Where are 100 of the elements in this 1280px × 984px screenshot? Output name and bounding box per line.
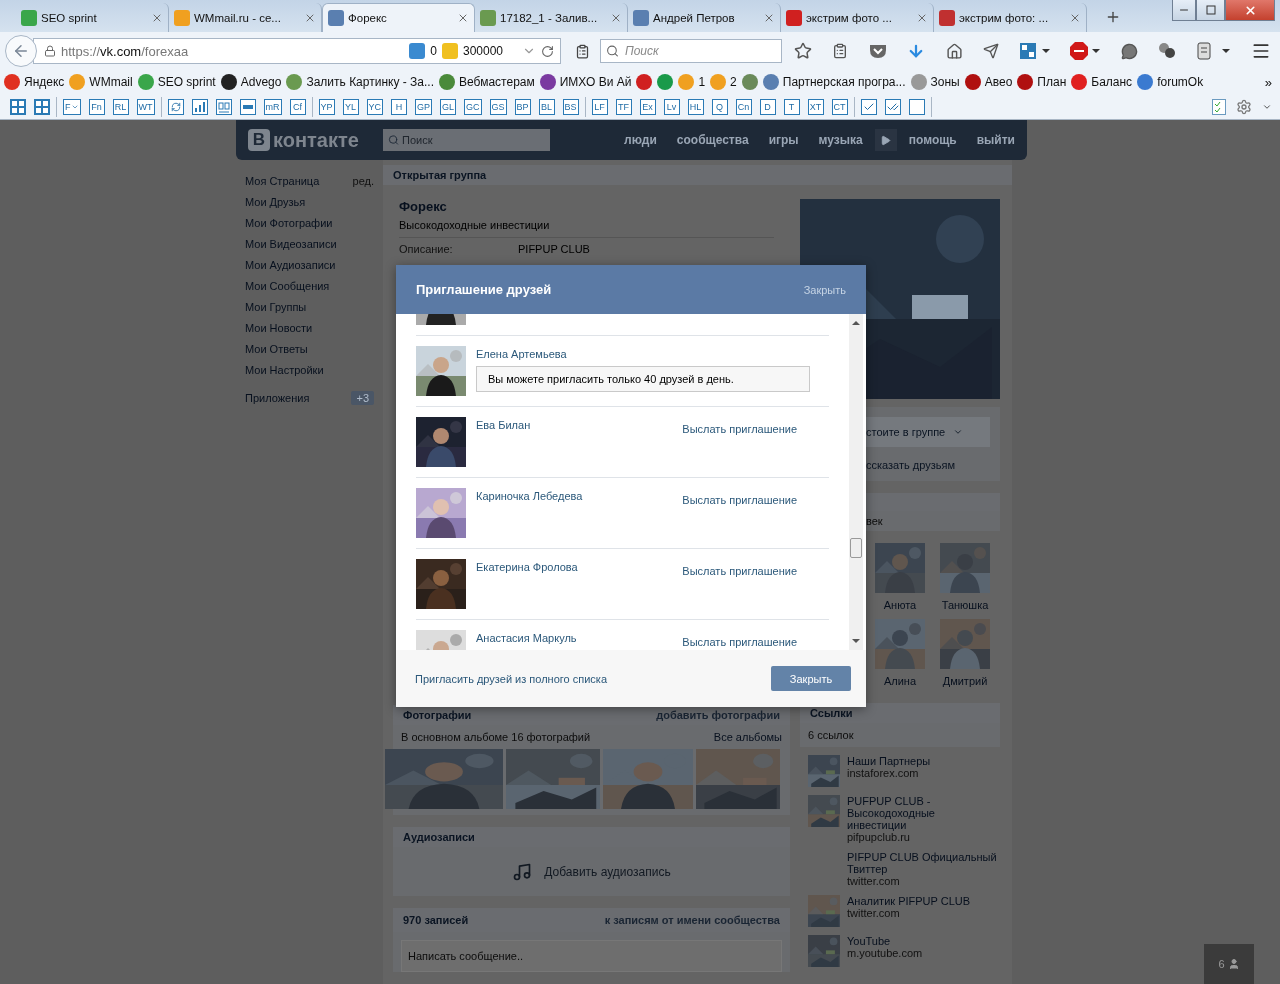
- shield-icon[interactable]: [868, 43, 887, 59]
- scrollbar-thumb[interactable]: [850, 538, 862, 558]
- toolbar-button[interactable]: WT: [136, 98, 155, 115]
- friend-name[interactable]: Екатерина Фролова: [476, 561, 578, 578]
- close-button[interactable]: Закрыть: [771, 666, 851, 691]
- more-button[interactable]: [874, 129, 897, 151]
- bookmark-link[interactable]: Авео: [964, 74, 1013, 90]
- bookmark-link[interactable]: SEO sprint: [137, 74, 216, 90]
- paper-plane-icon[interactable]: [983, 43, 1000, 59]
- square-icon[interactable]: [908, 98, 925, 115]
- scroll-down-icon[interactable]: [852, 637, 860, 645]
- close-icon[interactable]: [457, 12, 469, 24]
- toolbar-button[interactable]: YP: [318, 98, 335, 115]
- person-icon[interactable]: [1227, 958, 1240, 970]
- search-field[interactable]: Поиск: [383, 129, 550, 151]
- bookmark-link[interactable]: Залить Картинку - За...: [286, 74, 434, 90]
- toolbar-button[interactable]: BS: [562, 98, 579, 115]
- link-title[interactable]: YouTube: [847, 935, 997, 947]
- back-button[interactable]: [5, 35, 37, 67]
- circles-icon[interactable]: [1158, 42, 1177, 60]
- link-title[interactable]: PUFPUP CLUB - Высокодоходные инвестиции: [847, 795, 997, 831]
- toolbar-button[interactable]: HL: [687, 98, 704, 115]
- member-name[interactable]: Танюшка: [941, 599, 989, 611]
- chat-icon[interactable]: [1120, 42, 1138, 60]
- back-icon[interactable]: [12, 42, 30, 60]
- chart-icon[interactable]: [191, 98, 208, 115]
- friend-name[interactable]: Анастасия Маркуль: [476, 632, 577, 649]
- toolbar-button[interactable]: GC: [464, 98, 482, 115]
- checklist-icon[interactable]: [1212, 98, 1226, 115]
- maximize-button[interactable]: [1196, 0, 1225, 21]
- toolbar-button[interactable]: GL: [440, 98, 457, 115]
- settings-icon[interactable]: [1236, 98, 1252, 115]
- bookmark-link[interactable]: Яндекс: [4, 74, 65, 90]
- link-title[interactable]: Аналитик PIFPUP CLUB: [847, 895, 997, 907]
- link-title[interactable]: Наши Партнеры: [847, 755, 997, 767]
- invite-link[interactable]: Выслать приглашение: [682, 565, 797, 578]
- reload-icon[interactable]: [541, 44, 554, 58]
- add-audio-link[interactable]: Добавить аудиозапись: [544, 864, 671, 879]
- caret-icon[interactable]: [953, 427, 964, 437]
- nav-link[interactable]: игры: [768, 133, 799, 147]
- member-name[interactable]: Анюта: [883, 599, 917, 611]
- toolbar-button[interactable]: YC: [366, 98, 384, 115]
- invite-link[interactable]: Выслать приглашение: [682, 423, 797, 436]
- invite-link[interactable]: Выслать приглашение: [682, 494, 797, 507]
- toolbar-button[interactable]: GP: [415, 98, 433, 115]
- link-title[interactable]: PIFPUP CLUB Официальный Твиттер: [847, 851, 997, 875]
- grid-icon[interactable]: [1019, 43, 1050, 59]
- bookmark-link[interactable]: ИМХО Ви Ай: [539, 74, 632, 90]
- bookmark-link[interactable]: Зоны: [910, 74, 960, 90]
- member-name[interactable]: Алина: [883, 675, 917, 687]
- site-icon[interactable]: [636, 74, 653, 90]
- toolbar-button[interactable]: Lv: [663, 98, 680, 115]
- logo[interactable]: В контакте: [248, 128, 383, 152]
- toolbar-button[interactable]: LF: [591, 98, 608, 115]
- friend-name[interactable]: Елена Артемьева: [476, 348, 567, 360]
- bar-icon[interactable]: [239, 98, 256, 115]
- menu-icon[interactable]: [1251, 41, 1271, 61]
- minimize-button[interactable]: [1172, 0, 1196, 21]
- toolbar-button[interactable]: BL: [538, 98, 555, 115]
- invite-all-link[interactable]: Пригласить друзей из полного списка: [415, 672, 607, 685]
- toolbar-button[interactable]: RL: [112, 98, 129, 115]
- star-icon[interactable]: [794, 42, 812, 60]
- reader-icon[interactable]: [575, 43, 590, 59]
- bookmark-link[interactable]: forumOk: [1137, 74, 1204, 90]
- home-icon[interactable]: [945, 42, 963, 60]
- search-field[interactable]: Поиск: [600, 39, 782, 63]
- invite-link[interactable]: Выслать приглашение: [682, 636, 797, 649]
- friend-name[interactable]: Кариночка Лебедева: [476, 490, 583, 507]
- toolbar-button[interactable]: Cn: [735, 98, 752, 115]
- toolbar-button[interactable]: Ex: [639, 98, 656, 115]
- toolbar-button[interactable]: Cf: [289, 98, 306, 115]
- bookmark-link[interactable]: Партнерская програ...: [762, 74, 906, 90]
- glasses-icon[interactable]: [215, 98, 232, 115]
- toolbar-button[interactable]: Fn: [88, 98, 105, 115]
- play-icon[interactable]: [880, 134, 892, 146]
- address-field[interactable]: https://vk.com/forexaa 0 300000: [33, 38, 561, 64]
- nav-link[interactable]: выйти: [976, 133, 1015, 147]
- refresh-icon[interactable]: [167, 98, 184, 115]
- toolbar-button[interactable]: Q: [711, 98, 728, 115]
- bookmark-link[interactable]: План: [1017, 74, 1067, 90]
- nav-link[interactable]: помощь: [908, 133, 957, 147]
- scrollbar[interactable]: [849, 314, 863, 650]
- toolbar-button[interactable]: BP: [514, 98, 531, 115]
- membership-button[interactable]: стоите в группе: [866, 417, 990, 447]
- message-field[interactable]: Написать сообщение..: [401, 940, 782, 972]
- toolbar-button[interactable]: T: [783, 98, 800, 115]
- bookmark-link[interactable]: Баланс: [1071, 74, 1133, 90]
- site-icon[interactable]: [657, 74, 674, 90]
- close-button[interactable]: [1225, 0, 1275, 21]
- stop-sign-icon[interactable]: [1070, 42, 1101, 60]
- bookmark-link[interactable]: Вебмастерам: [439, 74, 535, 90]
- close-icon[interactable]: [1243, 3, 1257, 17]
- member-name[interactable]: Дмитрий: [942, 675, 988, 687]
- bookmark-link[interactable]: Advego: [220, 74, 282, 90]
- bookmark-link[interactable]: 1: [678, 74, 706, 90]
- bookmark-link[interactable]: 2: [710, 74, 737, 90]
- new-tab-icon[interactable]: [1105, 9, 1121, 25]
- online-counter[interactable]: 6: [1204, 944, 1254, 984]
- double-checkmark-icon[interactable]: [884, 98, 901, 115]
- more-bookmarks-button[interactable]: »: [1264, 74, 1272, 90]
